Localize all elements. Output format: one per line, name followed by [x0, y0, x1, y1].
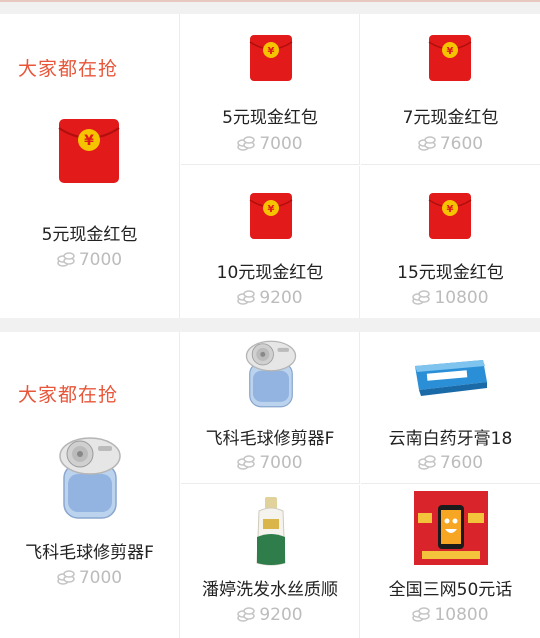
grid-item[interactable]: 全国三网50元话 10800: [361, 485, 540, 638]
svg-text:¥: ¥: [268, 46, 275, 57]
red-envelope-icon: ¥: [58, 118, 120, 184]
toothpaste-image: [413, 352, 489, 400]
hot-items-section-2: 大家都在抢 飞科毛球修剪器F 7000 飞科毛球修剪器F 7000 云南白药牙膏…: [0, 332, 540, 638]
coins-icon: [237, 455, 256, 475]
section-title: 大家都在抢: [18, 384, 119, 406]
coins-icon: [237, 290, 256, 310]
item-name: 潘婷洗发水丝质顺: [202, 580, 338, 600]
hot-items-section-1: 大家都在抢 ¥ 5元现金红包 7000 ¥ 5元现金红包 7000 ¥ 7元现金…: [0, 14, 540, 318]
item-name: 云南白药牙膏18: [388, 429, 513, 449]
item-price: 10800: [361, 605, 540, 627]
red-envelope-icon: ¥: [249, 192, 293, 240]
svg-text:¥: ¥: [84, 133, 94, 149]
red-envelope-icon: ¥: [428, 34, 472, 82]
svg-text:¥: ¥: [447, 204, 454, 215]
grid-item[interactable]: ¥ 5元现金红包 7000: [181, 14, 360, 165]
grid-item[interactable]: 飞科毛球修剪器F 7000: [181, 332, 360, 484]
top-divider: [0, 0, 540, 2]
section-title: 大家都在抢: [18, 58, 119, 80]
featured-item-price: 7000: [0, 568, 179, 590]
featured-item-name: 5元现金红包: [41, 225, 138, 245]
coins-icon: [412, 607, 431, 627]
featured-item-price: 7000: [0, 250, 179, 272]
item-name: 飞科毛球修剪器F: [205, 429, 335, 449]
phone-credit-card-image: [414, 491, 488, 565]
svg-text:¥: ¥: [447, 46, 454, 57]
grid-item[interactable]: ¥ 15元现金红包 10800: [361, 166, 540, 318]
grid-item[interactable]: 云南白药牙膏18 7600: [361, 332, 540, 484]
coins-icon: [412, 290, 431, 310]
coins-icon: [418, 136, 436, 156]
lint-remover-image: [46, 434, 134, 522]
item-price: 7000: [181, 134, 359, 156]
item-price: 9200: [181, 288, 359, 310]
item-price: 7000: [181, 453, 359, 475]
coins-icon: [237, 607, 256, 627]
coins-icon: [57, 252, 75, 272]
featured-item[interactable]: 大家都在抢 飞科毛球修剪器F 7000: [0, 332, 180, 638]
item-name: 10元现金红包: [216, 263, 324, 283]
item-price: 10800: [361, 288, 540, 310]
item-price: 9200: [181, 605, 359, 627]
coins-icon: [57, 570, 75, 590]
item-name: 15元现金红包: [397, 263, 504, 283]
item-name: 7元现金红包: [402, 108, 499, 128]
grid-item[interactable]: 潘婷洗发水丝质顺 9200: [181, 485, 360, 638]
svg-text:¥: ¥: [268, 204, 275, 215]
item-name: 5元现金红包: [222, 108, 318, 128]
featured-item-name: 飞科毛球修剪器F: [25, 543, 154, 563]
grid-item[interactable]: ¥ 10元现金红包 9200: [181, 166, 360, 318]
item-price: 7600: [361, 134, 540, 156]
grid-item[interactable]: ¥ 7元现金红包 7600: [361, 14, 540, 165]
red-envelope-icon: ¥: [249, 34, 293, 82]
lint-remover-image: [235, 338, 307, 410]
red-envelope-icon: ¥: [428, 192, 472, 240]
coins-icon: [237, 136, 256, 156]
item-name: 全国三网50元话: [388, 580, 513, 600]
coins-icon: [418, 455, 436, 475]
shampoo-bottle-image: [255, 497, 287, 567]
item-price: 7600: [361, 453, 540, 475]
featured-item[interactable]: 大家都在抢 ¥ 5元现金红包 7000: [0, 14, 180, 318]
